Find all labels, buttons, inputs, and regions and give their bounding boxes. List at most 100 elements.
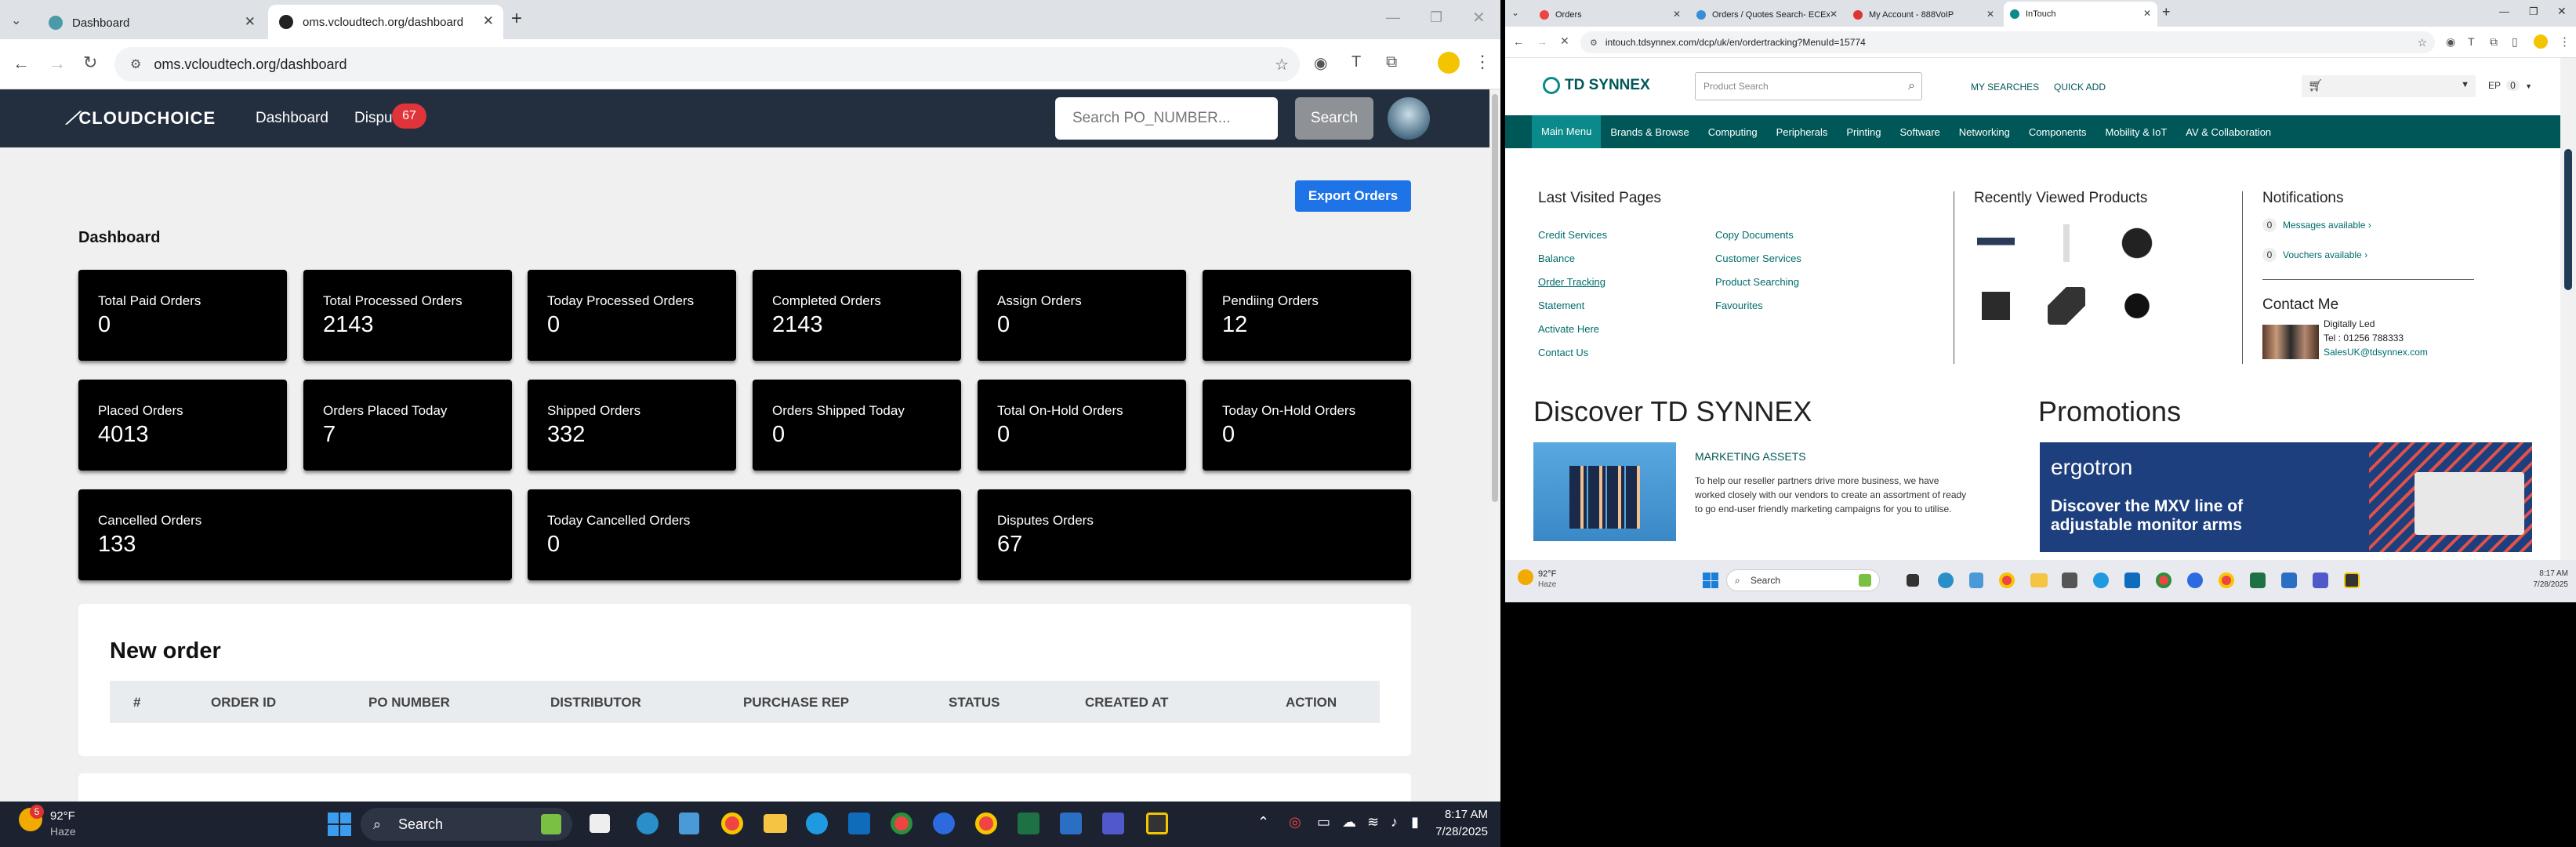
chrome-icon-2[interactable]: [975, 812, 997, 834]
profile-avatar[interactable]: [2534, 35, 2548, 49]
clock-date[interactable]: 7/28/2025: [2516, 580, 2569, 589]
site-info-icon[interactable]: ⚙: [1590, 38, 1598, 48]
card-total-processed-orders[interactable]: Total Processed Orders 2143: [303, 270, 512, 361]
link-order-tracking[interactable]: Order Tracking: [1538, 276, 1605, 288]
menu-main-menu[interactable]: Main Menu: [1532, 115, 1602, 148]
tab-dashboard[interactable]: Dashboard ✕: [38, 6, 265, 39]
search-icon[interactable]: ⌕: [1908, 73, 1915, 100]
app-icon-1[interactable]: [637, 812, 659, 834]
minimize-button[interactable]: —: [1386, 9, 1400, 26]
tray-cloud-icon[interactable]: ☁: [1342, 814, 1356, 831]
chrome-profile-icon[interactable]: [891, 812, 912, 834]
maximize-button[interactable]: ❐: [2529, 5, 2538, 18]
tray-monitor-icon[interactable]: ▭: [1317, 814, 1330, 831]
promo-banner-ergotron[interactable]: ergotron Discover the MXV line of adjust…: [2040, 442, 2532, 552]
notification-messages[interactable]: 0 Messages available ›: [2262, 218, 2371, 232]
tab-intouch[interactable]: InTouch ✕: [2004, 2, 2157, 27]
link-credit-services[interactable]: Credit Services: [1538, 229, 1607, 241]
notification-vouchers[interactable]: 0 Vouchers available ›: [2262, 248, 2367, 262]
tab-oms-dashboard[interactable]: oms.vcloudtech.org/dashboard ✕: [268, 5, 503, 39]
app-icon-2[interactable]: [1060, 812, 1082, 834]
app-icon-2[interactable]: [2062, 573, 2077, 588]
card-disputes-orders[interactable]: Disputes Orders 67: [978, 489, 1411, 580]
menu-mobility-iot[interactable]: Mobility & IoT: [2096, 126, 2177, 138]
card-pending-orders[interactable]: Pendiing Orders 12: [1203, 270, 1411, 361]
chrome-icon[interactable]: [1999, 573, 2015, 588]
file-explorer-icon[interactable]: [764, 814, 787, 833]
tab-search-icon[interactable]: ⌄: [11, 13, 21, 28]
page-scrollbar-right[interactable]: [2560, 58, 2576, 560]
menu-av-collaboration[interactable]: AV & Collaboration: [2176, 126, 2280, 138]
card-shipped-orders[interactable]: Shipped Orders 332: [528, 380, 736, 471]
chrome-profile-icon[interactable]: [2156, 573, 2171, 588]
zoom-icon[interactable]: [2187, 573, 2203, 588]
account-menu[interactable]: EP 0 ▼: [2488, 80, 2532, 91]
stop-loading-icon[interactable]: ✕: [1560, 35, 1569, 48]
cloudchoice-logo[interactable]: ⟋CLOUDCHOICE: [66, 108, 216, 129]
back-arrow-icon[interactable]: ←: [1513, 35, 1524, 48]
edge-icon[interactable]: [806, 812, 828, 834]
menu-peripherals[interactable]: Peripherals: [1767, 126, 1838, 138]
menu-printing[interactable]: Printing: [1837, 126, 1890, 138]
wifi-icon[interactable]: ≋: [1367, 814, 1379, 831]
extension-icon[interactable]: ◉: [2446, 35, 2455, 49]
extension-icon[interactable]: ◉: [1314, 53, 1327, 73]
battery-icon[interactable]: ▮: [1411, 814, 1419, 831]
card-total-on-hold-orders[interactable]: Total On-Hold Orders 0: [978, 380, 1186, 471]
card-assign-orders[interactable]: Assign Orders 0: [978, 270, 1186, 361]
weather-sun-icon[interactable]: [1518, 569, 1533, 585]
omnibox-right[interactable]: ⚙ intouch.tdsynnex.com/dcp/uk/en/ordertr…: [1580, 31, 2435, 53]
new-tab-button[interactable]: +: [2162, 4, 2171, 20]
search-button[interactable]: Search: [1295, 97, 1373, 140]
teams-icon[interactable]: [2313, 573, 2328, 588]
tray-chevron-icon[interactable]: ⌃: [1257, 814, 1269, 831]
reading-mode-icon[interactable]: T: [2468, 35, 2475, 48]
page-scrollbar[interactable]: [1489, 89, 1500, 806]
recent-product-2[interactable]: [2048, 224, 2085, 262]
card-orders-shipped-today[interactable]: Orders Shipped Today 0: [753, 380, 961, 471]
menu-software[interactable]: Software: [1890, 126, 1949, 138]
card-placed-orders[interactable]: Placed Orders 4013: [78, 380, 287, 471]
marketing-assets-title[interactable]: MARKETING ASSETS: [1695, 450, 1806, 463]
card-total-paid-orders[interactable]: Total Paid Orders 0: [78, 270, 287, 361]
card-orders-placed-today[interactable]: Orders Placed Today 7: [303, 380, 512, 471]
outlook-icon[interactable]: [2124, 573, 2140, 588]
card-cancelled-orders[interactable]: Cancelled Orders 133: [78, 489, 512, 580]
product-search-input[interactable]: Product Search ⌕: [1695, 72, 1922, 100]
taskbar-search[interactable]: ⌕ Search: [361, 808, 572, 841]
tab-my-account[interactable]: My Account - 888VoIP ✕: [1847, 3, 2001, 27]
link-activate-here[interactable]: Activate Here: [1538, 323, 1599, 335]
taskbar-search[interactable]: ⌕ Search: [1726, 569, 1880, 591]
forward-arrow-icon[interactable]: →: [1537, 35, 1547, 48]
close-tab-icon[interactable]: ✕: [1829, 9, 1838, 20]
bookmark-star-icon[interactable]: ☆: [1275, 55, 1289, 75]
chrome-icon[interactable]: [721, 812, 743, 834]
link-balance[interactable]: Balance: [1538, 253, 1575, 264]
clock-time[interactable]: 8:17 AM: [2516, 569, 2568, 578]
tdsynnex-logo[interactable]: TD SYNNEX: [1543, 77, 1650, 94]
back-arrow-icon[interactable]: ←: [13, 53, 30, 74]
menu-networking[interactable]: Networking: [1950, 126, 2019, 138]
profile-avatar[interactable]: [1438, 52, 1460, 74]
close-window-button[interactable]: ✕: [2557, 5, 2567, 18]
reading-mode-icon[interactable]: T: [1351, 53, 1361, 71]
excel-icon[interactable]: [2250, 573, 2266, 588]
scrollbar-thumb[interactable]: [1492, 94, 1498, 502]
tab-search-icon[interactable]: ⌄: [1511, 7, 1519, 18]
cart-dropdown[interactable]: 🛒︎ ▼: [2302, 75, 2476, 97]
reload-icon[interactable]: ↻: [83, 53, 97, 73]
menu-computing[interactable]: Computing: [1699, 126, 1767, 138]
link-customer-services[interactable]: Customer Services: [1715, 253, 1801, 264]
nav-dashboard[interactable]: Dashboard: [256, 110, 328, 127]
excel-icon[interactable]: [1018, 812, 1039, 834]
close-window-button[interactable]: ✕: [1472, 8, 1486, 27]
menu-dots-icon[interactable]: ⋮: [1474, 52, 1491, 72]
zoom-icon[interactable]: [933, 812, 955, 834]
teams-icon[interactable]: [1102, 812, 1124, 834]
calculator-icon[interactable]: [679, 812, 699, 834]
recent-product-4[interactable]: [1977, 287, 2015, 325]
quick-add-link[interactable]: QUICK ADD: [2054, 82, 2106, 93]
menu-brands-browse[interactable]: Brands & Browse: [1601, 126, 1698, 138]
recent-product-1[interactable]: [1977, 224, 2015, 262]
close-tab-icon[interactable]: ✕: [1673, 9, 1681, 20]
